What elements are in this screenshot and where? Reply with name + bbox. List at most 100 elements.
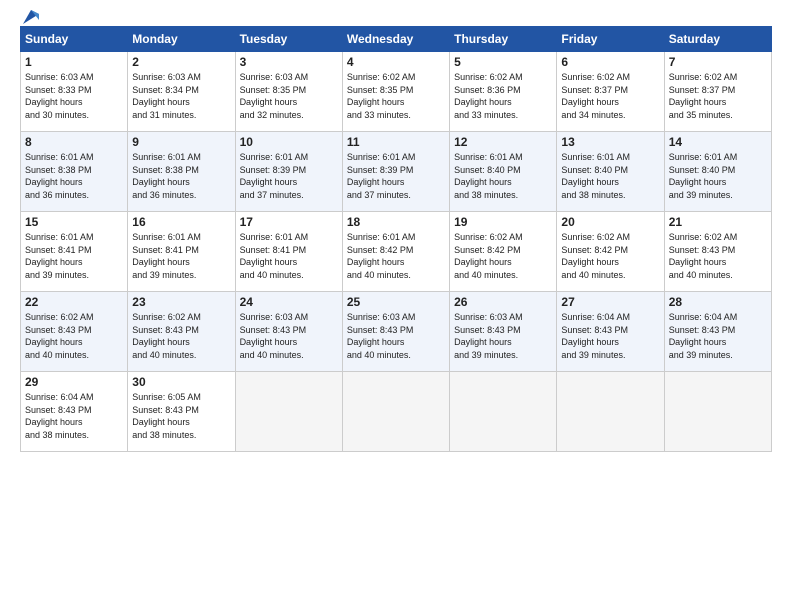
calendar-cell bbox=[235, 372, 342, 452]
calendar-cell: 19 Sunrise: 6:02 AM Sunset: 8:42 PM Dayl… bbox=[450, 212, 557, 292]
day-info: Sunrise: 6:03 AM Sunset: 8:43 PM Dayligh… bbox=[240, 312, 309, 360]
day-info: Sunrise: 6:02 AM Sunset: 8:43 PM Dayligh… bbox=[669, 232, 738, 280]
calendar-cell: 1 Sunrise: 6:03 AM Sunset: 8:33 PM Dayli… bbox=[21, 52, 128, 132]
calendar-cell: 26 Sunrise: 6:03 AM Sunset: 8:43 PM Dayl… bbox=[450, 292, 557, 372]
day-info: Sunrise: 6:02 AM Sunset: 8:35 PM Dayligh… bbox=[347, 72, 416, 120]
day-info: Sunrise: 6:01 AM Sunset: 8:41 PM Dayligh… bbox=[132, 232, 201, 280]
day-number: 19 bbox=[454, 215, 552, 229]
calendar-cell: 29 Sunrise: 6:04 AM Sunset: 8:43 PM Dayl… bbox=[21, 372, 128, 452]
logo bbox=[20, 10, 41, 20]
calendar-cell: 3 Sunrise: 6:03 AM Sunset: 8:35 PM Dayli… bbox=[235, 52, 342, 132]
day-number: 10 bbox=[240, 135, 338, 149]
day-info: Sunrise: 6:01 AM Sunset: 8:41 PM Dayligh… bbox=[25, 232, 94, 280]
calendar-cell: 10 Sunrise: 6:01 AM Sunset: 8:39 PM Dayl… bbox=[235, 132, 342, 212]
day-info: Sunrise: 6:01 AM Sunset: 8:40 PM Dayligh… bbox=[561, 152, 630, 200]
day-info: Sunrise: 6:05 AM Sunset: 8:43 PM Dayligh… bbox=[132, 392, 201, 440]
day-info: Sunrise: 6:01 AM Sunset: 8:39 PM Dayligh… bbox=[347, 152, 416, 200]
calendar-cell bbox=[664, 372, 771, 452]
day-number: 15 bbox=[25, 215, 123, 229]
day-number: 13 bbox=[561, 135, 659, 149]
day-number: 2 bbox=[132, 55, 230, 69]
calendar-cell bbox=[557, 372, 664, 452]
day-info: Sunrise: 6:01 AM Sunset: 8:40 PM Dayligh… bbox=[454, 152, 523, 200]
day-number: 22 bbox=[25, 295, 123, 309]
day-info: Sunrise: 6:02 AM Sunset: 8:43 PM Dayligh… bbox=[132, 312, 201, 360]
day-info: Sunrise: 6:02 AM Sunset: 8:37 PM Dayligh… bbox=[669, 72, 738, 120]
day-info: Sunrise: 6:01 AM Sunset: 8:38 PM Dayligh… bbox=[132, 152, 201, 200]
day-info: Sunrise: 6:02 AM Sunset: 8:43 PM Dayligh… bbox=[25, 312, 94, 360]
calendar-cell: 7 Sunrise: 6:02 AM Sunset: 8:37 PM Dayli… bbox=[664, 52, 771, 132]
weekday-header-monday: Monday bbox=[128, 27, 235, 52]
calendar-cell: 5 Sunrise: 6:02 AM Sunset: 8:36 PM Dayli… bbox=[450, 52, 557, 132]
day-number: 23 bbox=[132, 295, 230, 309]
calendar-cell: 16 Sunrise: 6:01 AM Sunset: 8:41 PM Dayl… bbox=[128, 212, 235, 292]
day-number: 12 bbox=[454, 135, 552, 149]
day-info: Sunrise: 6:04 AM Sunset: 8:43 PM Dayligh… bbox=[669, 312, 738, 360]
calendar-cell: 23 Sunrise: 6:02 AM Sunset: 8:43 PM Dayl… bbox=[128, 292, 235, 372]
day-number: 29 bbox=[25, 375, 123, 389]
day-info: Sunrise: 6:01 AM Sunset: 8:39 PM Dayligh… bbox=[240, 152, 309, 200]
day-info: Sunrise: 6:01 AM Sunset: 8:42 PM Dayligh… bbox=[347, 232, 416, 280]
calendar-cell: 6 Sunrise: 6:02 AM Sunset: 8:37 PM Dayli… bbox=[557, 52, 664, 132]
calendar-cell: 12 Sunrise: 6:01 AM Sunset: 8:40 PM Dayl… bbox=[450, 132, 557, 212]
calendar-cell: 18 Sunrise: 6:01 AM Sunset: 8:42 PM Dayl… bbox=[342, 212, 449, 292]
day-info: Sunrise: 6:03 AM Sunset: 8:34 PM Dayligh… bbox=[132, 72, 201, 120]
day-number: 9 bbox=[132, 135, 230, 149]
calendar-cell bbox=[450, 372, 557, 452]
day-number: 25 bbox=[347, 295, 445, 309]
day-info: Sunrise: 6:03 AM Sunset: 8:35 PM Dayligh… bbox=[240, 72, 309, 120]
day-number: 24 bbox=[240, 295, 338, 309]
calendar-cell bbox=[342, 372, 449, 452]
day-info: Sunrise: 6:04 AM Sunset: 8:43 PM Dayligh… bbox=[561, 312, 630, 360]
weekday-header-sunday: Sunday bbox=[21, 27, 128, 52]
day-info: Sunrise: 6:03 AM Sunset: 8:43 PM Dayligh… bbox=[454, 312, 523, 360]
header bbox=[20, 10, 772, 20]
day-number: 20 bbox=[561, 215, 659, 229]
calendar-cell: 20 Sunrise: 6:02 AM Sunset: 8:42 PM Dayl… bbox=[557, 212, 664, 292]
page: SundayMondayTuesdayWednesdayThursdayFrid… bbox=[0, 0, 792, 612]
calendar-cell: 11 Sunrise: 6:01 AM Sunset: 8:39 PM Dayl… bbox=[342, 132, 449, 212]
day-number: 27 bbox=[561, 295, 659, 309]
calendar-cell: 14 Sunrise: 6:01 AM Sunset: 8:40 PM Dayl… bbox=[664, 132, 771, 212]
calendar-cell: 22 Sunrise: 6:02 AM Sunset: 8:43 PM Dayl… bbox=[21, 292, 128, 372]
day-number: 18 bbox=[347, 215, 445, 229]
weekday-header-wednesday: Wednesday bbox=[342, 27, 449, 52]
day-info: Sunrise: 6:01 AM Sunset: 8:40 PM Dayligh… bbox=[669, 152, 738, 200]
calendar-cell: 25 Sunrise: 6:03 AM Sunset: 8:43 PM Dayl… bbox=[342, 292, 449, 372]
calendar-cell: 15 Sunrise: 6:01 AM Sunset: 8:41 PM Dayl… bbox=[21, 212, 128, 292]
day-info: Sunrise: 6:01 AM Sunset: 8:38 PM Dayligh… bbox=[25, 152, 94, 200]
day-info: Sunrise: 6:03 AM Sunset: 8:33 PM Dayligh… bbox=[25, 72, 94, 120]
weekday-header-tuesday: Tuesday bbox=[235, 27, 342, 52]
day-number: 16 bbox=[132, 215, 230, 229]
day-number: 7 bbox=[669, 55, 767, 69]
day-number: 3 bbox=[240, 55, 338, 69]
day-number: 28 bbox=[669, 295, 767, 309]
day-number: 11 bbox=[347, 135, 445, 149]
day-number: 17 bbox=[240, 215, 338, 229]
day-info: Sunrise: 6:04 AM Sunset: 8:43 PM Dayligh… bbox=[25, 392, 94, 440]
calendar-cell: 24 Sunrise: 6:03 AM Sunset: 8:43 PM Dayl… bbox=[235, 292, 342, 372]
weekday-header-saturday: Saturday bbox=[664, 27, 771, 52]
day-number: 30 bbox=[132, 375, 230, 389]
logo-icon bbox=[21, 6, 41, 26]
calendar: SundayMondayTuesdayWednesdayThursdayFrid… bbox=[20, 26, 772, 452]
day-number: 14 bbox=[669, 135, 767, 149]
weekday-header-friday: Friday bbox=[557, 27, 664, 52]
day-info: Sunrise: 6:02 AM Sunset: 8:37 PM Dayligh… bbox=[561, 72, 630, 120]
calendar-cell: 27 Sunrise: 6:04 AM Sunset: 8:43 PM Dayl… bbox=[557, 292, 664, 372]
calendar-cell: 4 Sunrise: 6:02 AM Sunset: 8:35 PM Dayli… bbox=[342, 52, 449, 132]
day-info: Sunrise: 6:02 AM Sunset: 8:42 PM Dayligh… bbox=[454, 232, 523, 280]
day-number: 4 bbox=[347, 55, 445, 69]
calendar-cell: 21 Sunrise: 6:02 AM Sunset: 8:43 PM Dayl… bbox=[664, 212, 771, 292]
day-number: 21 bbox=[669, 215, 767, 229]
calendar-cell: 13 Sunrise: 6:01 AM Sunset: 8:40 PM Dayl… bbox=[557, 132, 664, 212]
calendar-cell: 28 Sunrise: 6:04 AM Sunset: 8:43 PM Dayl… bbox=[664, 292, 771, 372]
day-info: Sunrise: 6:01 AM Sunset: 8:41 PM Dayligh… bbox=[240, 232, 309, 280]
day-number: 1 bbox=[25, 55, 123, 69]
calendar-cell: 8 Sunrise: 6:01 AM Sunset: 8:38 PM Dayli… bbox=[21, 132, 128, 212]
day-info: Sunrise: 6:03 AM Sunset: 8:43 PM Dayligh… bbox=[347, 312, 416, 360]
day-number: 8 bbox=[25, 135, 123, 149]
weekday-header-thursday: Thursday bbox=[450, 27, 557, 52]
day-info: Sunrise: 6:02 AM Sunset: 8:42 PM Dayligh… bbox=[561, 232, 630, 280]
calendar-cell: 30 Sunrise: 6:05 AM Sunset: 8:43 PM Dayl… bbox=[128, 372, 235, 452]
